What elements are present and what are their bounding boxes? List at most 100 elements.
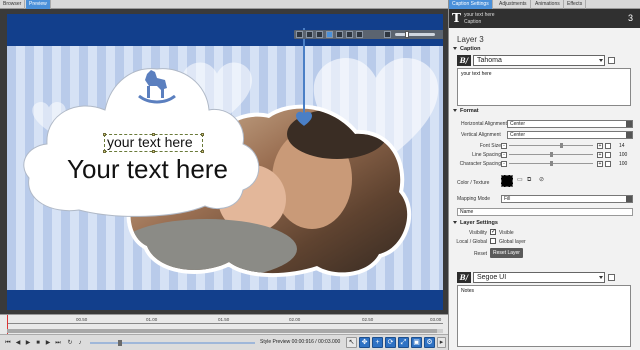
mapping-mode-select[interactable]: Fill <box>501 195 633 203</box>
dropdown-arrow-icon <box>626 132 632 138</box>
loop-icon[interactable]: ↻ <box>66 339 74 347</box>
slider-track[interactable] <box>509 161 593 166</box>
settings-tool-icon[interactable]: ⚙ <box>424 337 435 348</box>
visible-checkbox[interactable]: ✓ <box>490 229 496 235</box>
increase-icon[interactable]: + <box>597 143 603 149</box>
increase-icon[interactable]: + <box>597 152 603 158</box>
step-forward-icon[interactable]: ▶ <box>44 339 52 347</box>
v-align-label: Vertical Alignment <box>461 132 501 138</box>
resize-handle[interactable] <box>201 133 204 136</box>
tab-browser[interactable]: Browser <box>0 0 26 9</box>
font-size-label: Font Size <box>479 143 501 149</box>
clear-icon[interactable]: ⊘ <box>539 177 545 183</box>
slider-thumb[interactable] <box>549 152 553 157</box>
rocking-horse-icon <box>138 70 176 104</box>
zoom-slider-thumb[interactable] <box>405 31 409 38</box>
caption-large[interactable]: Your text here <box>67 154 228 185</box>
char-spacing-slider[interactable]: - + 100 <box>501 160 633 168</box>
timeline-tick: 02.50 <box>362 317 374 322</box>
font-size-slider[interactable]: - + 14 <box>501 142 633 150</box>
tab-animations[interactable]: Animations <box>532 0 564 9</box>
transport-bar: ⏮ ◀ ▶ ■ ▶ ⏭ ↻ ♪ Style Preview 00:00:916 … <box>0 334 448 350</box>
slide-stage[interactable]: your text here Your text here <box>7 14 443 310</box>
collapse-icon <box>453 109 457 113</box>
preview-pane: Browser Preview your text here Your text… <box>0 0 448 350</box>
color-texture-label: Color / Texture <box>457 180 490 186</box>
safe-zone-icon[interactable] <box>306 31 313 38</box>
tab-caption-settings[interactable]: Caption Settings <box>449 0 493 9</box>
timeline-tick: 01.50 <box>218 317 230 322</box>
slider-track[interactable] <box>509 143 593 148</box>
more-tools-icon[interactable]: ▸ <box>437 337 446 348</box>
link-icon[interactable]: ⧉ <box>527 177 533 183</box>
add-tool-icon[interactable]: + <box>372 337 383 348</box>
reset-icon[interactable] <box>605 143 611 149</box>
line-spacing-slider[interactable]: - + 100 <box>501 151 633 159</box>
color-swatch[interactable] <box>501 175 513 187</box>
resize-handle[interactable] <box>103 133 106 136</box>
crop-tool-icon[interactable]: ▣ <box>411 337 422 348</box>
decrease-icon[interactable]: - <box>501 143 507 149</box>
h-align-select[interactable]: Center <box>507 120 633 128</box>
select-icon[interactable] <box>326 31 333 38</box>
layout-icon[interactable] <box>336 31 343 38</box>
timeline-ruler[interactable]: 00.50 01.00 01.50 02.00 02.50 03.00 <box>0 314 448 335</box>
reset-layer-button[interactable]: Reset Layer <box>490 248 523 258</box>
decrease-icon[interactable]: - <box>501 161 507 167</box>
fullscreen-icon[interactable] <box>356 31 363 38</box>
slider-thumb[interactable] <box>549 161 553 166</box>
zoom-out-icon[interactable] <box>384 31 391 38</box>
skip-end-icon[interactable]: ⏭ <box>54 339 62 347</box>
reset-icon[interactable] <box>605 152 611 158</box>
reset-label: Reset <box>473 251 487 257</box>
global-layer-checkbox[interactable] <box>490 238 496 244</box>
caption-section-header[interactable]: Caption <box>453 46 480 52</box>
resize-handle[interactable] <box>103 150 106 153</box>
increase-icon[interactable]: + <box>597 161 603 167</box>
rotate-tool-icon[interactable]: ⟳ <box>385 337 396 348</box>
layer-settings-header[interactable]: Layer Settings <box>453 220 498 226</box>
resize-handle[interactable] <box>152 150 155 153</box>
stop-icon[interactable]: ■ <box>34 339 42 347</box>
tab-preview[interactable]: Preview <box>26 0 51 9</box>
playback-progress[interactable] <box>90 340 255 346</box>
frame-icon[interactable] <box>316 31 323 38</box>
pointer-tool-icon[interactable]: ↖ <box>346 337 357 348</box>
v-align-select[interactable]: Center <box>507 131 633 139</box>
timeline-scrollbar-thumb[interactable] <box>7 329 437 333</box>
font-options-icon[interactable] <box>608 57 615 64</box>
scale-tool-icon[interactable]: ⤢ <box>398 337 409 348</box>
caption-small[interactable]: your text here <box>107 134 193 150</box>
decrease-icon[interactable]: - <box>501 152 507 158</box>
caption-font-select[interactable]: Tahoma <box>473 55 605 66</box>
volume-icon[interactable]: ♪ <box>76 339 84 347</box>
timeline-tick: 01.00 <box>146 317 158 322</box>
notes-field[interactable]: Notes <box>457 285 631 347</box>
move-tool-icon[interactable]: ✥ <box>359 337 370 348</box>
font-size-value: 14 <box>619 143 625 149</box>
layer-header: T your text here Caption 3 <box>449 9 640 28</box>
reset-icon[interactable] <box>605 161 611 167</box>
bold-italic-button[interactable]: B/ <box>457 55 471 66</box>
playback-thumb[interactable] <box>118 340 122 346</box>
notes-font-select[interactable]: Segoe UI <box>473 272 605 283</box>
bold-italic-button[interactable]: B/ <box>457 272 471 283</box>
layer-name-input[interactable]: Name <box>457 208 633 216</box>
play-icon[interactable]: ▶ <box>24 339 32 347</box>
grid-icon[interactable] <box>296 31 303 38</box>
slider-thumb[interactable] <box>559 143 563 148</box>
folder-icon[interactable]: ▭ <box>517 177 523 183</box>
format-section-header[interactable]: Format <box>453 108 479 114</box>
step-back-icon[interactable]: ◀ <box>14 339 22 347</box>
font-options-icon[interactable] <box>608 274 615 281</box>
resize-handle[interactable] <box>201 150 204 153</box>
slider-track[interactable] <box>509 152 593 157</box>
caption-text-field[interactable]: your text here <box>457 68 631 106</box>
tab-effects[interactable]: Effects <box>564 0 587 9</box>
tab-adjustments[interactable]: Adjustments <box>496 0 531 9</box>
timeline-scrollbar[interactable] <box>7 329 443 333</box>
layers-icon[interactable] <box>346 31 353 38</box>
local-global-label: Local / Global <box>456 239 487 245</box>
skip-start-icon[interactable]: ⏮ <box>4 339 12 347</box>
zoom-slider[interactable] <box>395 31 435 38</box>
